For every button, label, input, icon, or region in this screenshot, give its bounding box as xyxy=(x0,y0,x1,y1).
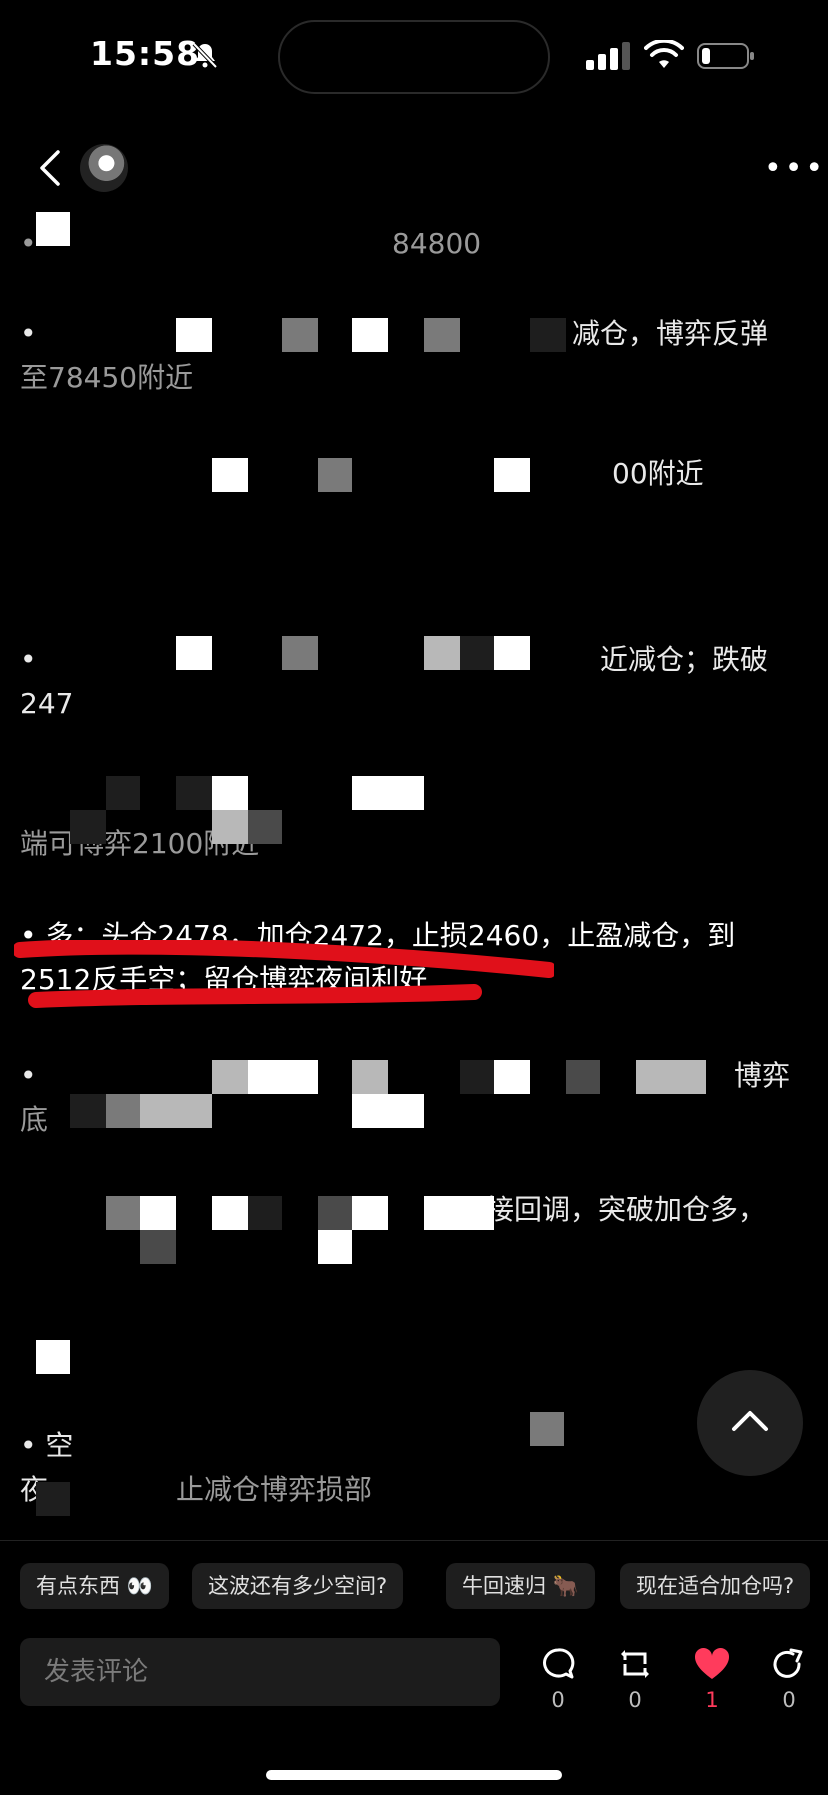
share-action[interactable]: 0 xyxy=(764,1646,814,1726)
comment-action[interactable]: 0 xyxy=(533,1646,583,1726)
quick-reply-chip[interactable]: 现在适合加仓吗? xyxy=(620,1563,811,1609)
top-nav: ••• xyxy=(0,130,828,210)
post-line: 底 xyxy=(20,1103,49,1136)
quick-reply-bar: 有点东西 👀 这波还有多少空间? 牛回速归 🐂 现在适合加仓吗? xyxy=(0,1563,828,1609)
mosaic-block xyxy=(176,776,212,810)
back-arrow-icon[interactable] xyxy=(36,148,64,188)
mosaic-block xyxy=(352,318,388,352)
mosaic-block xyxy=(636,1060,706,1094)
mosaic-block xyxy=(212,458,248,492)
mosaic-block xyxy=(36,1482,70,1516)
mosaic-block xyxy=(36,1340,70,1374)
home-indicator xyxy=(266,1770,562,1780)
mosaic-block xyxy=(282,318,318,352)
comment-input[interactable] xyxy=(20,1638,500,1706)
mosaic-block xyxy=(176,318,212,352)
status-bar: 15:58 xyxy=(0,0,828,110)
mosaic-block xyxy=(318,1196,352,1230)
mosaic-block xyxy=(424,318,460,352)
post-line: • xyxy=(20,1059,37,1092)
post-line-fragment: 减仓，博弈反弹 xyxy=(572,317,769,350)
mosaic-block xyxy=(424,636,460,670)
mosaic-block xyxy=(106,1094,140,1128)
chevron-up-icon xyxy=(732,1411,768,1431)
author-avatar[interactable] xyxy=(80,144,128,192)
post-line-fragment: 接回调，突破加仓多， xyxy=(486,1193,767,1226)
repost-count: 0 xyxy=(628,1688,642,1712)
mosaic-block xyxy=(494,636,530,670)
divider xyxy=(0,1540,828,1541)
post-line-fragment: 博弈 xyxy=(734,1059,791,1092)
battery-icon xyxy=(697,43,754,69)
mosaic-block xyxy=(318,1230,352,1264)
mosaic-block xyxy=(424,1196,494,1230)
comment-box xyxy=(20,1638,500,1706)
quick-reply-chip[interactable]: 这波还有多少空间? xyxy=(192,1563,404,1609)
post-line: 247 xyxy=(20,687,74,720)
mosaic-block xyxy=(106,1196,140,1230)
red-underline-marker xyxy=(14,940,554,1008)
mosaic-block xyxy=(212,1060,248,1094)
share-count: 0 xyxy=(782,1688,796,1712)
mosaic-block xyxy=(106,776,140,810)
mosaic-block xyxy=(212,1196,248,1230)
mosaic-block xyxy=(248,1196,282,1230)
comment-count: 0 xyxy=(551,1688,565,1712)
like-count: 1 xyxy=(705,1688,719,1712)
dynamic-island xyxy=(278,20,550,94)
more-options-icon[interactable]: ••• xyxy=(764,154,826,184)
comment-bubble-icon xyxy=(543,1648,575,1679)
mosaic-block xyxy=(248,1060,318,1094)
share-icon xyxy=(773,1648,803,1678)
mosaic-block xyxy=(140,1230,176,1264)
wifi-icon xyxy=(644,40,684,68)
mosaic-block xyxy=(352,1060,388,1094)
bell-muted-icon xyxy=(192,42,218,69)
mosaic-block xyxy=(352,1196,388,1230)
post-line: • xyxy=(20,227,37,260)
quick-reply-chip[interactable]: 有点东西 👀 xyxy=(20,1563,169,1609)
post-line-fragment: 近减仓；跌破 xyxy=(600,643,769,676)
mosaic-block xyxy=(36,212,70,246)
mosaic-block xyxy=(460,1060,494,1094)
heart-icon xyxy=(694,1647,730,1679)
like-action[interactable]: 1 xyxy=(687,1646,737,1726)
mosaic-block xyxy=(70,810,106,844)
mosaic-block xyxy=(70,1094,106,1128)
mosaic-block xyxy=(140,1094,212,1128)
mosaic-block xyxy=(282,636,318,670)
cellular-signal-icon xyxy=(586,42,630,70)
repost-icon xyxy=(621,1650,649,1678)
post-line-fragment: 止减仓博弈损部 xyxy=(176,1473,373,1506)
post-content: • 84800 • 减仓，博弈反弹 至78450附近 00附近 • 近减仓；跌破… xyxy=(0,200,828,1540)
mosaic-block xyxy=(352,776,424,810)
mosaic-block xyxy=(494,1060,530,1094)
mosaic-block xyxy=(530,1412,564,1446)
post-line: • 空 xyxy=(20,1429,74,1462)
status-time: 15:58 xyxy=(90,34,201,73)
mosaic-block xyxy=(460,636,494,670)
mosaic-block xyxy=(212,776,248,810)
mosaic-block xyxy=(176,636,212,670)
mosaic-block xyxy=(566,1060,600,1094)
mosaic-block xyxy=(248,810,282,844)
quick-reply-chip[interactable]: 牛回速归 🐂 xyxy=(446,1563,595,1609)
repost-action[interactable]: 0 xyxy=(610,1646,660,1726)
post-line: 至78450附近 xyxy=(20,361,194,394)
mosaic-block xyxy=(318,458,352,492)
mosaic-block xyxy=(494,458,530,492)
post-line-fragment: 84800 xyxy=(392,227,482,260)
post-line-fragment: 00附近 xyxy=(612,457,704,490)
mosaic-block xyxy=(530,318,566,352)
post-line: • xyxy=(20,643,37,676)
mosaic-block xyxy=(212,810,248,844)
post-line: • xyxy=(20,317,37,350)
mosaic-block xyxy=(352,1094,424,1128)
mosaic-block xyxy=(140,1196,176,1230)
scroll-to-top-button[interactable] xyxy=(697,1370,803,1476)
